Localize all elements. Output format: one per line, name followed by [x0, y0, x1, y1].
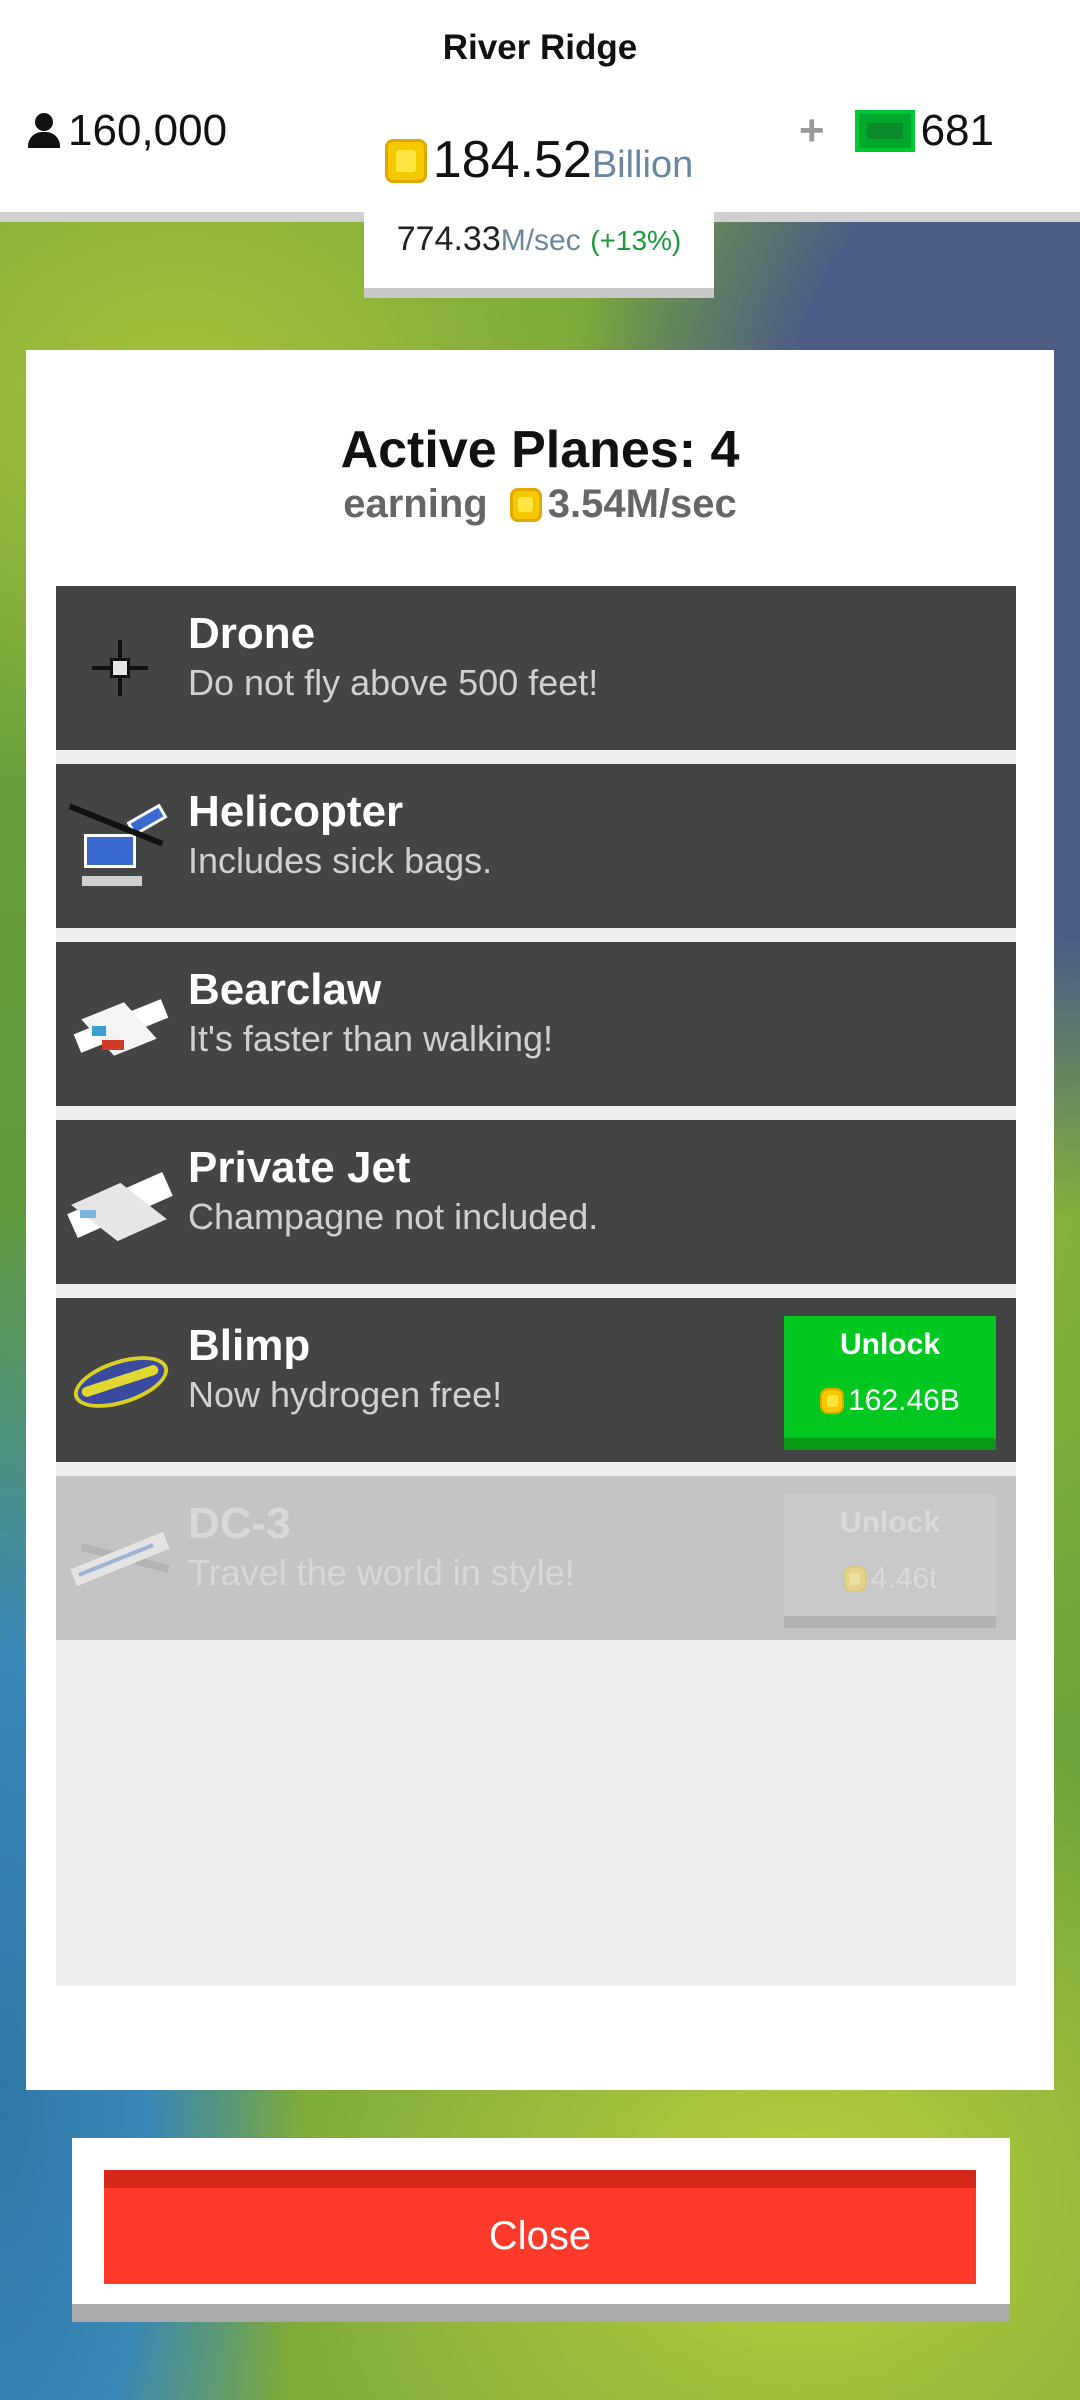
coin-icon — [842, 1566, 867, 1592]
money-unit: Billion — [591, 144, 694, 186]
plane-row-drone[interactable]: Drone Do not fly above 500 feet! — [56, 586, 1016, 750]
income-rate: 774.33M/sec (+13%) — [364, 220, 714, 259]
close-button-frame: Close — [72, 2138, 1010, 2322]
plane-description: Travel the world in style! — [188, 1552, 575, 1593]
bearclaw-plane-icon — [66, 970, 174, 1078]
helicopter-icon — [66, 792, 174, 900]
plane-description: Now hydrogen free! — [188, 1374, 503, 1415]
rate-unit: M/sec — [500, 224, 581, 257]
coin-icon — [820, 1388, 845, 1414]
cash-icon — [854, 110, 915, 152]
drone-icon — [66, 614, 174, 722]
planes-panel: Active Planes: 4 earning 3.54M/sec Drone… — [26, 350, 1054, 2090]
blimp-icon — [66, 1326, 175, 1434]
plane-name: Private Jet — [188, 1143, 411, 1192]
money-total: 184.52 Billion — [364, 130, 714, 190]
plane-name: DC-3 — [188, 1499, 291, 1548]
person-icon — [26, 113, 62, 149]
unlock-label: Unlock — [839, 1506, 941, 1539]
unlock-dc3-button: Unlock 4.46t — [784, 1494, 996, 1628]
private-jet-icon — [66, 1148, 174, 1256]
plane-row-helicopter[interactable]: Helicopter Includes sick bags. — [56, 764, 1016, 928]
plane-row-blimp[interactable]: Blimp Now hydrogen free! Unlock 162.46B — [56, 1298, 1016, 1462]
coin-icon — [384, 139, 427, 183]
close-button[interactable]: Close — [104, 2170, 976, 2284]
plane-name: Helicopter — [188, 787, 404, 836]
unlock-price: 162.46B — [784, 1384, 996, 1418]
plane-name: Blimp — [188, 1321, 311, 1370]
plane-description: It's faster than walking! — [188, 1018, 554, 1059]
population-value: 160,000 — [68, 106, 228, 155]
panel-title: Active Planes: 4 — [340, 421, 740, 479]
plane-description: Do not fly above 500 feet! — [188, 662, 599, 703]
city-name: River Ridge — [442, 28, 638, 67]
plane-name: Bearclaw — [188, 965, 382, 1014]
rate-value: 774.33 — [396, 220, 501, 258]
dc3-plane-icon — [66, 1504, 174, 1612]
unlock-price-value: 4.46t — [870, 1562, 938, 1595]
cash-display[interactable]: + 681 — [799, 106, 994, 156]
earning-value: 3.54M/sec — [547, 482, 737, 526]
unlock-label: Unlock — [839, 1328, 941, 1361]
coin-icon — [509, 487, 542, 522]
cash-value: 681 — [920, 106, 994, 155]
plane-row-bearclaw[interactable]: Bearclaw It's faster than walking! — [56, 942, 1016, 1106]
money-box: 184.52 Billion 774.33M/sec (+13%) — [364, 130, 714, 298]
rate-percent: (+13%) — [590, 225, 682, 256]
plane-description: Includes sick bags. — [188, 840, 493, 881]
population-display: 160,000 — [26, 106, 227, 156]
unlock-price-value: 162.46B — [848, 1384, 960, 1417]
plane-description: Champagne not included. — [188, 1196, 599, 1237]
plane-row-private-jet[interactable]: Private Jet Champagne not included. — [56, 1120, 1016, 1284]
earning-label: earning — [343, 482, 488, 526]
add-cash-button[interactable]: + — [799, 106, 825, 156]
earning-line: earning 3.54M/sec — [26, 482, 1054, 527]
planes-list[interactable]: Drone Do not fly above 500 feet! Helicop… — [56, 586, 1016, 1986]
unlock-blimp-button[interactable]: Unlock 162.46B — [784, 1316, 996, 1450]
plane-name: Drone — [188, 609, 316, 658]
money-value: 184.52 — [432, 131, 592, 189]
plane-row-dc3: DC-3 Travel the world in style! Unlock 4… — [56, 1476, 1016, 1640]
unlock-price: 4.46t — [784, 1562, 996, 1596]
